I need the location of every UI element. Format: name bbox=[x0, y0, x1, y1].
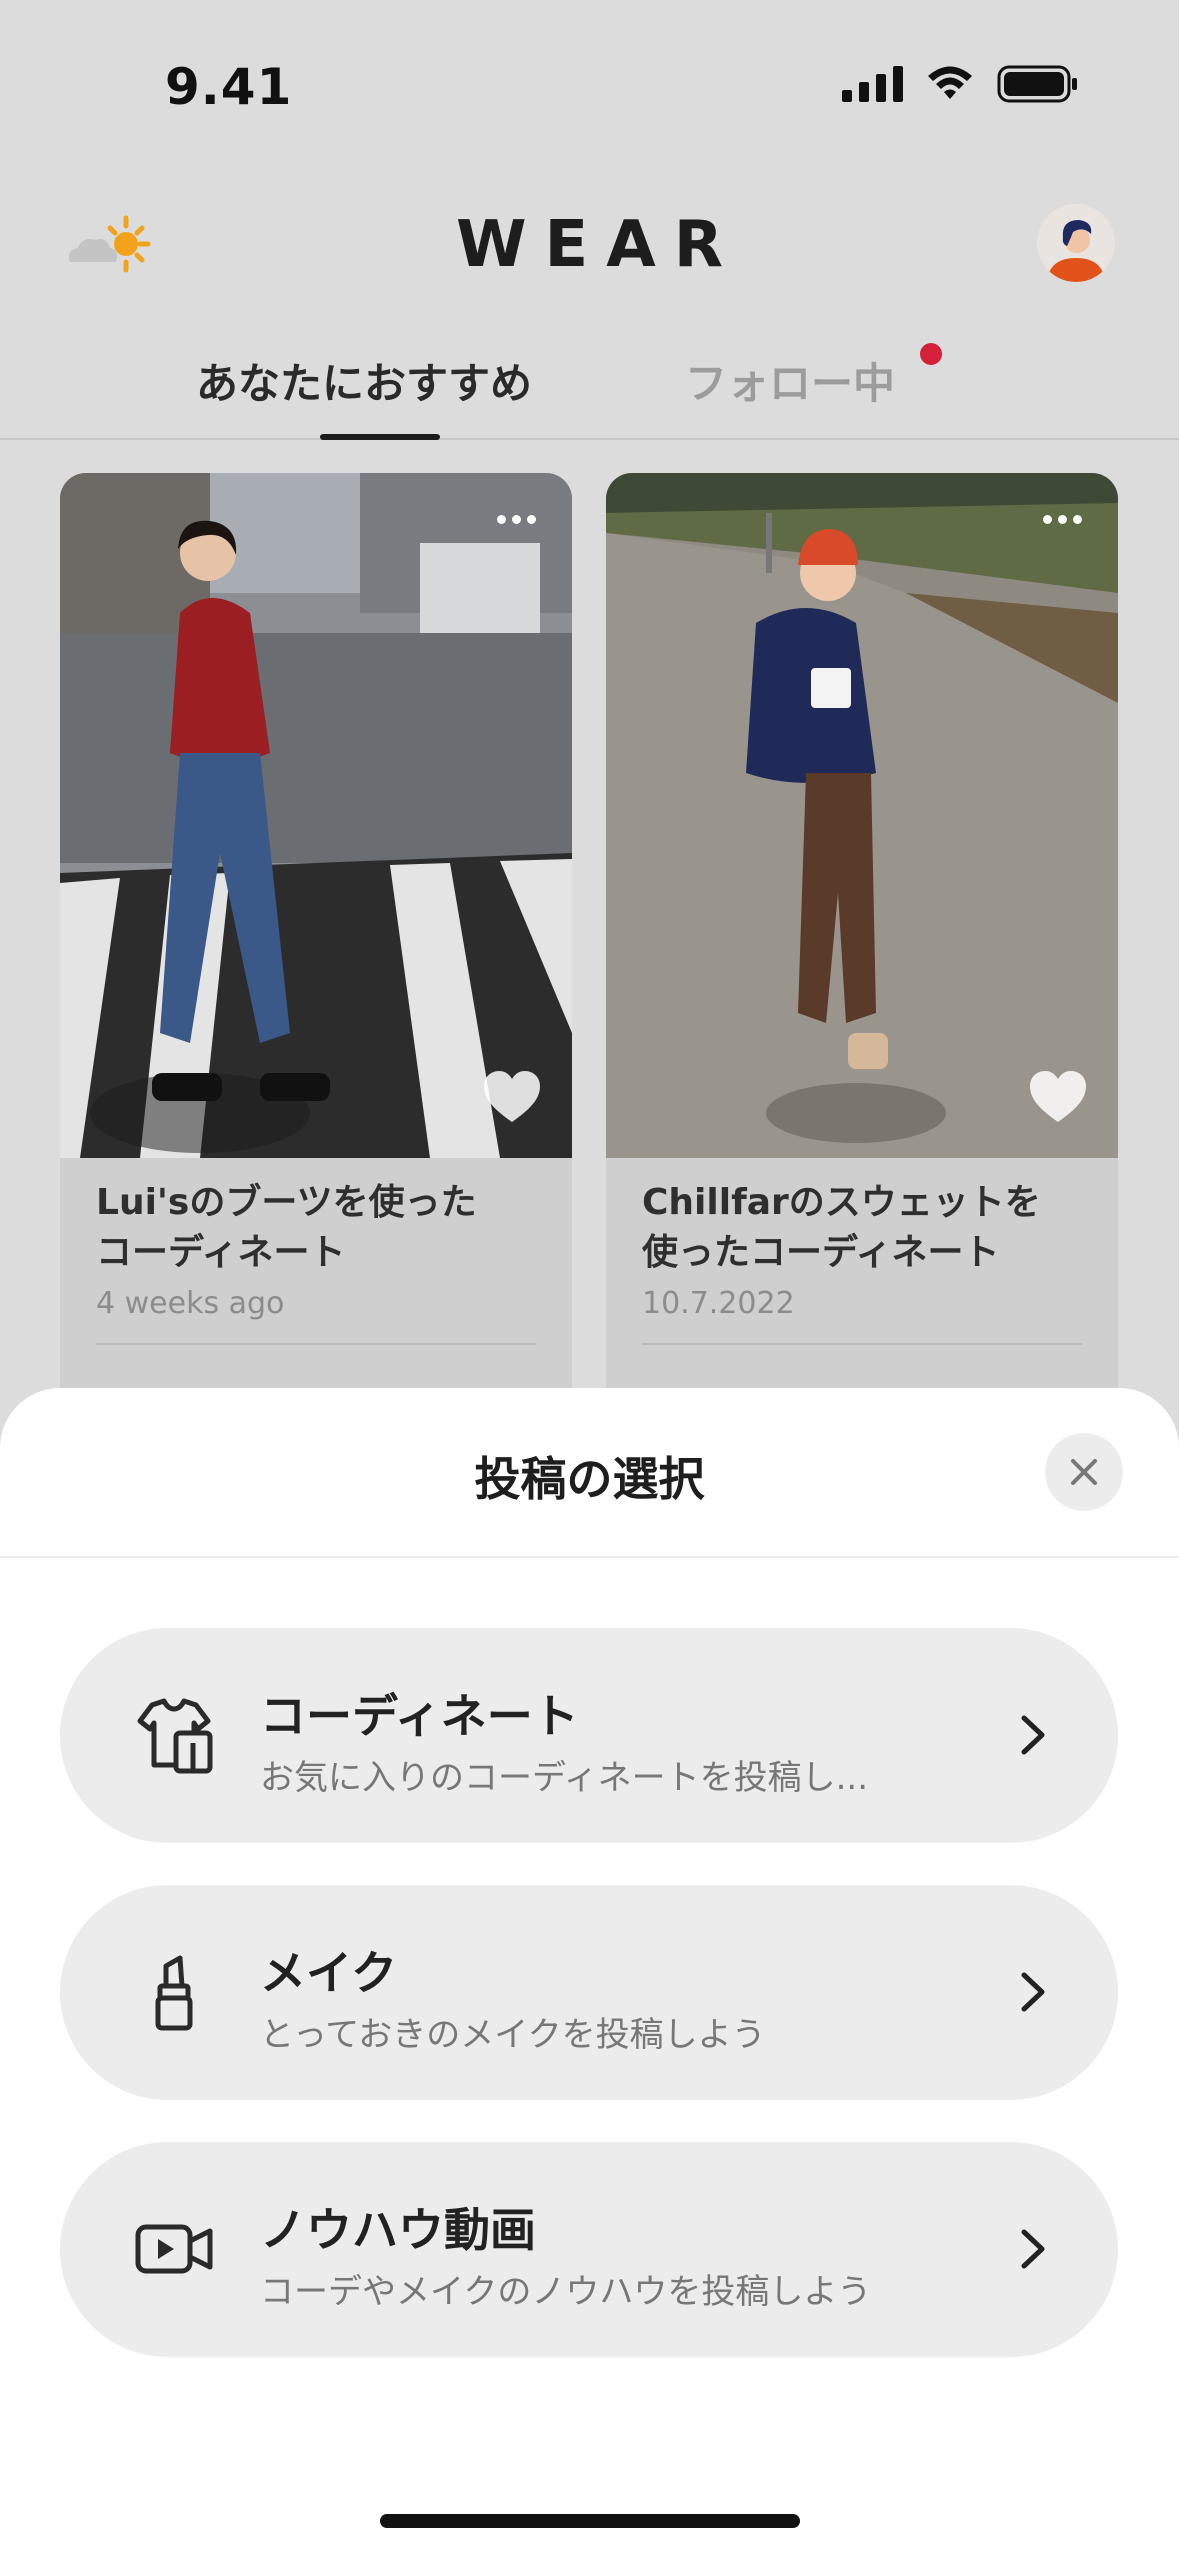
option-subtitle: お気に入りのコーディネートを投稿し... bbox=[260, 1758, 869, 1798]
outfit-photo[interactable] bbox=[606, 473, 1118, 1158]
status-icons bbox=[842, 64, 1079, 104]
lipstick-icon bbox=[132, 1950, 216, 2034]
home-indicator[interactable] bbox=[380, 2514, 800, 2528]
card-title: Lui'sのブーツを使った コーディネート bbox=[96, 1178, 536, 1278]
battery-icon bbox=[997, 65, 1077, 103]
option-title: コーディネート bbox=[260, 1689, 579, 1743]
status-bar: 9.41 bbox=[0, 0, 1179, 170]
tab-recommended[interactable]: あなたにおすすめ bbox=[196, 350, 532, 411]
close-button[interactable] bbox=[1045, 1433, 1123, 1511]
wifi-icon bbox=[928, 66, 972, 99]
cellular-signal-icon bbox=[842, 66, 903, 102]
post-type-sheet: 投稿の選択 コーディネート お気に入りのコーディネートを投稿し... メイク と… bbox=[0, 1388, 1179, 2556]
card-date: 4 weeks ago bbox=[96, 1286, 285, 1321]
option-subtitle: コーデやメイクのノウハウを投稿しよう bbox=[260, 2272, 872, 2312]
card-body: Lui'sのブーツを使った コーディネート 4 weeks ago bbox=[60, 1158, 572, 1365]
sheet-header: 投稿の選択 bbox=[0, 1388, 1179, 1558]
more-icon[interactable] bbox=[1043, 515, 1082, 524]
outfit-card[interactable]: Lui'sのブーツを使った コーディネート 4 weeks ago bbox=[60, 473, 572, 1413]
option-subtitle: とっておきのメイクを投稿しよう bbox=[260, 2015, 766, 2055]
card-title-line: Chillfarのスウェットを bbox=[642, 1182, 1041, 1223]
chevron-right-icon bbox=[1021, 1972, 1045, 2012]
card-title-line: Lui'sのブーツを使った bbox=[96, 1182, 477, 1223]
option-title: ノウハウ動画 bbox=[260, 2203, 536, 2257]
heart-icon[interactable] bbox=[482, 1070, 542, 1124]
card-body: Chillfarのスウェットを 使ったコーディネート 10.7.2022 bbox=[606, 1158, 1118, 1365]
status-time: 9.41 bbox=[165, 58, 293, 116]
close-icon bbox=[1071, 1459, 1097, 1485]
option-title: メイク bbox=[260, 1946, 398, 2000]
notification-dot bbox=[920, 343, 942, 365]
option-makeup[interactable]: メイク とっておきのメイクを投稿しよう bbox=[60, 1885, 1118, 2100]
sheet-title: 投稿の選択 bbox=[474, 1452, 705, 1506]
outfit-card[interactable]: Chillfarのスウェットを 使ったコーディネート 10.7.2022 bbox=[606, 473, 1118, 1413]
option-howto-video[interactable]: ノウハウ動画 コーデやメイクのノウハウを投稿しよう bbox=[60, 2142, 1118, 2357]
app-header: WEAR bbox=[0, 190, 1179, 300]
card-divider bbox=[96, 1343, 536, 1345]
card-title-line: コーディネート bbox=[96, 1232, 346, 1273]
avatar[interactable] bbox=[1037, 204, 1115, 282]
card-title: Chillfarのスウェットを 使ったコーディネート bbox=[642, 1178, 1082, 1278]
outfit-photo[interactable] bbox=[60, 473, 572, 1158]
card-title-line: 使ったコーディネート bbox=[642, 1232, 1000, 1273]
card-divider bbox=[642, 1343, 1082, 1345]
heart-icon[interactable] bbox=[1028, 1070, 1088, 1124]
tab-active-indicator bbox=[320, 434, 440, 440]
app-title: WEAR bbox=[455, 208, 742, 282]
video-camera-icon bbox=[132, 2207, 216, 2291]
chevron-right-icon bbox=[1021, 1715, 1045, 1755]
tab-following[interactable]: フォロー中 bbox=[685, 350, 895, 411]
option-coordinate[interactable]: コーディネート お気に入りのコーディネートを投稿し... bbox=[60, 1628, 1118, 1843]
card-date: 10.7.2022 bbox=[642, 1286, 795, 1321]
feed-tabs: あなたにおすすめ フォロー中 bbox=[0, 330, 1179, 440]
chevron-right-icon bbox=[1021, 2229, 1045, 2269]
clothes-icon bbox=[132, 1693, 216, 1777]
more-icon[interactable] bbox=[497, 515, 536, 524]
